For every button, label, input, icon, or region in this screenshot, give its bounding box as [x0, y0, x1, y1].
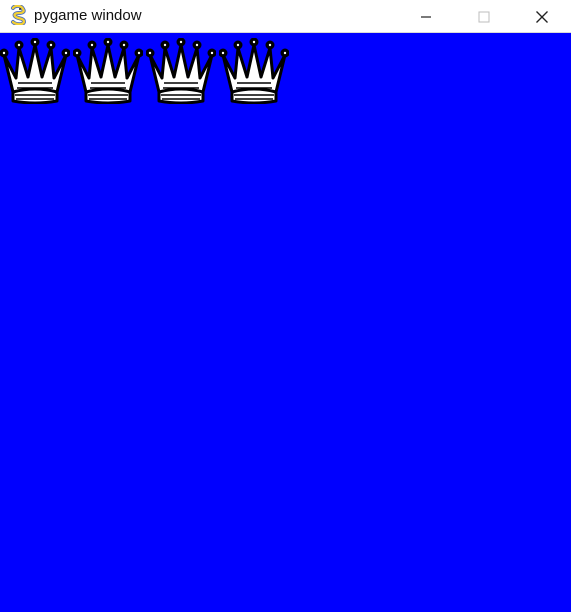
close-icon	[535, 10, 549, 24]
pygame-snake-icon	[9, 3, 27, 27]
minimize-button[interactable]	[397, 0, 455, 33]
white-queen-icon	[146, 38, 216, 104]
white-queen-icon	[0, 38, 70, 104]
close-button[interactable]	[513, 0, 571, 33]
window-controls	[397, 0, 571, 33]
title-bar[interactable]: pygame window	[0, 0, 571, 33]
white-queen-icon	[73, 38, 143, 104]
minimize-icon	[420, 11, 432, 23]
game-canvas[interactable]	[0, 33, 571, 612]
window-title: pygame window	[34, 7, 142, 24]
white-queen-icon	[219, 38, 289, 104]
maximize-button[interactable]	[455, 0, 513, 33]
maximize-icon	[478, 11, 490, 23]
pygame-window: pygame window	[0, 0, 571, 612]
